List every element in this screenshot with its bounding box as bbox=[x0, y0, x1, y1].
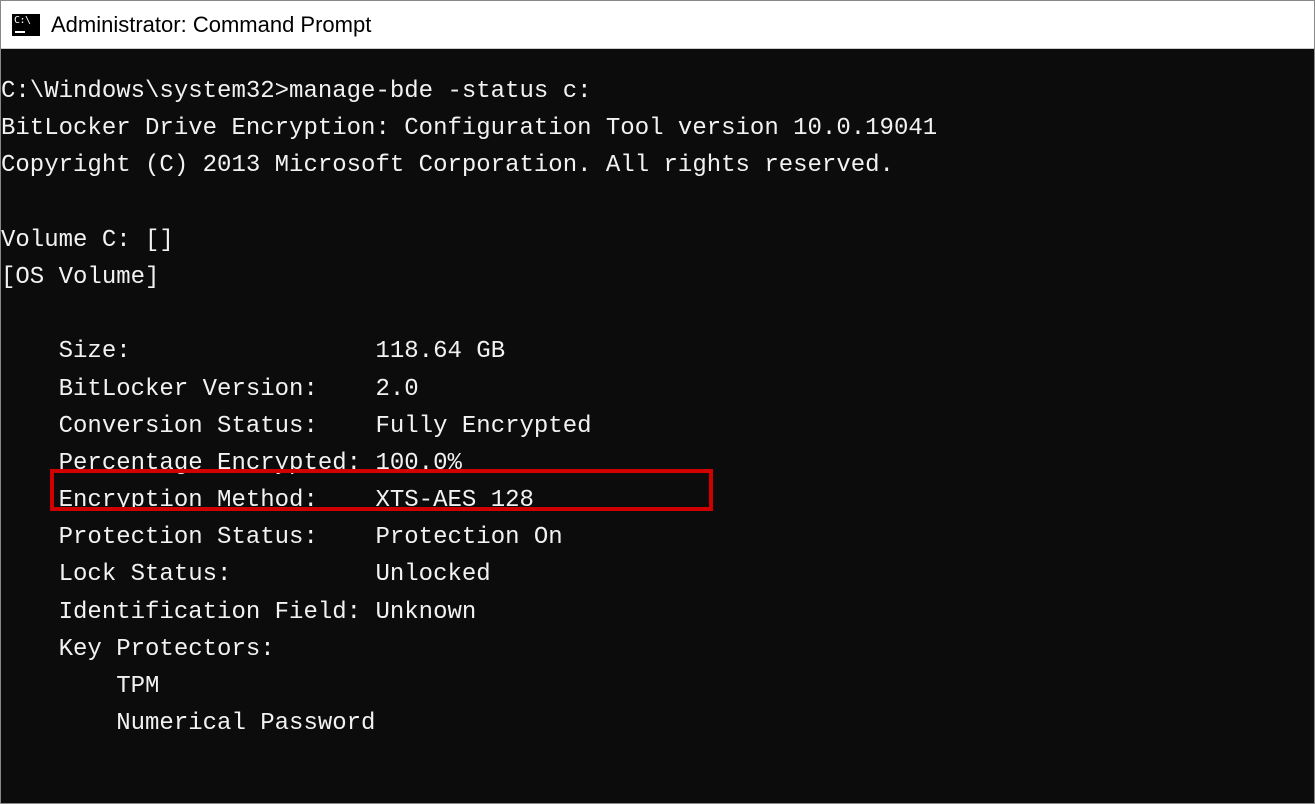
key-protectors-label: Key Protectors: bbox=[59, 636, 275, 663]
output-header-2: Copyright (C) 2013 Microsoft Corporation… bbox=[1, 152, 894, 179]
prompt: C:\Windows\system32> bbox=[1, 78, 289, 105]
command-prompt-icon bbox=[11, 13, 41, 37]
lock-status-value: Unlocked bbox=[375, 561, 490, 588]
encryption-method-value: XTS-AES 128 bbox=[375, 487, 533, 514]
output-header-1: BitLocker Drive Encryption: Configuratio… bbox=[1, 115, 937, 142]
size-label: Size: bbox=[59, 338, 131, 365]
conversion-status-value: Fully Encrypted bbox=[375, 413, 591, 440]
percentage-encrypted-value: 100.0% bbox=[375, 450, 461, 477]
percentage-encrypted-label: Percentage Encrypted: bbox=[59, 450, 361, 477]
identification-field-value: Unknown bbox=[375, 599, 476, 626]
encryption-method-label: Encryption Method: bbox=[59, 487, 318, 514]
terminal-output[interactable]: C:\Windows\system32>manage-bde -status c… bbox=[1, 49, 1314, 803]
size-value: 118.64 GB bbox=[375, 338, 505, 365]
command-text: manage-bde -status c: bbox=[289, 78, 591, 105]
volume-line: Volume C: [] bbox=[1, 227, 174, 254]
bitlocker-version-label: BitLocker Version: bbox=[59, 376, 318, 403]
conversion-status-label: Conversion Status: bbox=[59, 413, 318, 440]
key-protector-tpm: TPM bbox=[116, 673, 159, 700]
titlebar[interactable]: Administrator: Command Prompt bbox=[1, 1, 1314, 49]
key-protector-numerical-password: Numerical Password bbox=[116, 710, 375, 737]
volume-type: [OS Volume] bbox=[1, 264, 159, 291]
identification-field-label: Identification Field: bbox=[59, 599, 361, 626]
command-prompt-window: Administrator: Command Prompt C:\Windows… bbox=[0, 0, 1315, 804]
bitlocker-version-value: 2.0 bbox=[375, 376, 418, 403]
protection-status-label: Protection Status: bbox=[59, 524, 318, 551]
window-title: Administrator: Command Prompt bbox=[51, 12, 371, 38]
lock-status-label: Lock Status: bbox=[59, 561, 232, 588]
protection-status-value: Protection On bbox=[375, 524, 562, 551]
